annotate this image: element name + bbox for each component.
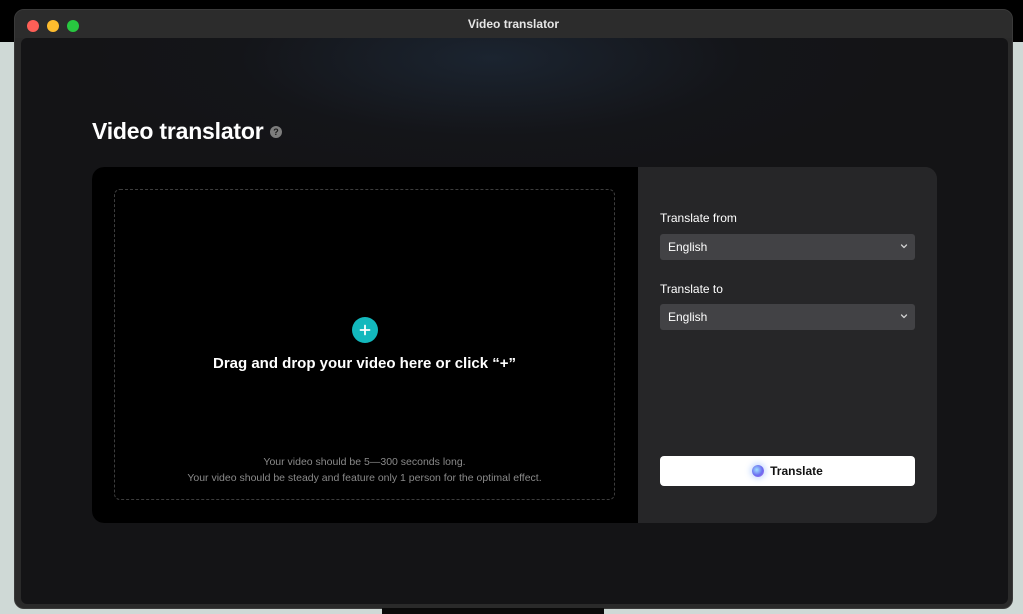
settings-panel: Translate from English Translate to Engl… [638, 167, 937, 523]
translate-button-label: Translate [770, 464, 823, 478]
main-content: Video translator ? Drag and drop your vi… [21, 38, 1008, 604]
translate-from-value: English [668, 240, 708, 254]
translate-to-value: English [668, 310, 708, 324]
app-window: Video translator Video translator ? Drag… [14, 9, 1013, 609]
plus-icon [359, 324, 371, 336]
dock-strip [382, 608, 604, 614]
translate-to-select[interactable]: English [660, 304, 915, 330]
page-title: Video translator [92, 118, 264, 144]
window-title: Video translator [467, 17, 560, 31]
titlebar: Video translator [15, 10, 1012, 38]
help-icon[interactable]: ? [270, 126, 282, 138]
add-video-button[interactable] [352, 317, 378, 343]
translate-from-label: Translate from [660, 211, 737, 225]
translator-card: Drag and drop your video here or click “… [92, 167, 937, 523]
chevron-down-icon [900, 314, 908, 319]
video-dropzone[interactable]: Drag and drop your video here or click “… [114, 189, 615, 500]
steady-hint: Your video should be steady and feature … [187, 472, 542, 484]
translate-button[interactable]: Translate [660, 456, 915, 486]
dropzone-label: Drag and drop your video here or click “… [213, 355, 516, 372]
translate-to-label: Translate to [660, 282, 723, 296]
upload-panel: Drag and drop your video here or click “… [92, 167, 638, 523]
duration-hint: Your video should be 5—300 seconds long. [263, 456, 466, 468]
translate-from-select[interactable]: English [660, 234, 915, 260]
ai-orb-icon [752, 465, 765, 477]
chevron-down-icon [900, 244, 908, 249]
